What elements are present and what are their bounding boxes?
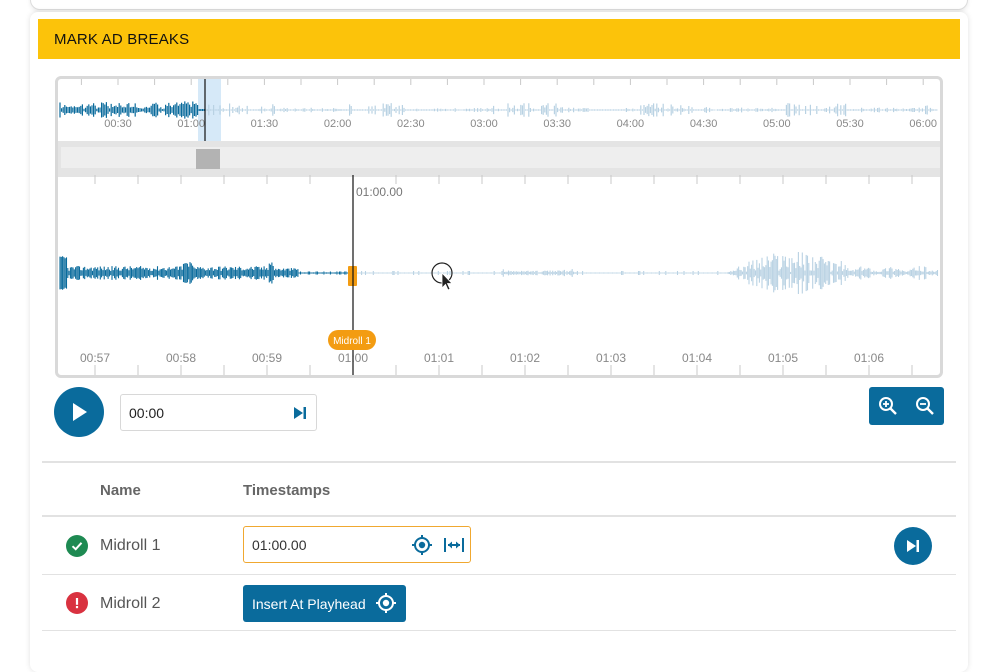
- zoom-out-button[interactable]: [906, 387, 943, 425]
- player-controls: [0, 385, 998, 441]
- insert-at-playhead-button[interactable]: Insert At Playhead: [243, 585, 406, 622]
- overview-time-label: 02:30: [397, 118, 425, 130]
- play-button[interactable]: [54, 387, 104, 437]
- previous-card-edge: [30, 0, 968, 10]
- column-header-name: Name: [100, 482, 141, 499]
- overview-time-label: 03:30: [543, 118, 571, 130]
- overview-time-label: 00:30: [104, 118, 132, 130]
- zoom-in-button[interactable]: [869, 387, 906, 425]
- detail-time-label: 00:57: [80, 351, 110, 365]
- skip-next-icon: [294, 407, 306, 419]
- timestamp-field: [243, 526, 471, 563]
- zoom-out-icon: [915, 397, 934, 415]
- waveform-panel[interactable]: 00:30 01:00 01:30 02:00 02:30 03:00 03:30 04:00…: [55, 76, 943, 378]
- detail-waveform[interactable]: 00:57 00:58 00:59 01:00 01:01 01:02 01:03 01:04…: [58, 175, 940, 375]
- card-header: MARK AD BREAKS: [38, 19, 960, 59]
- detail-time-label: 01:06: [854, 351, 884, 365]
- fit-to-marker-button[interactable]: [443, 534, 465, 556]
- ad-marker-label: Midroll 1: [333, 336, 371, 347]
- scrollbar-thumb[interactable]: [196, 149, 220, 169]
- overview-time-label: 04:00: [617, 118, 645, 130]
- card-title: MARK AD BREAKS: [54, 30, 190, 48]
- check-circle-icon: [66, 535, 88, 557]
- zoom-controls: [869, 387, 944, 425]
- detail-time-label: 00:58: [166, 351, 196, 365]
- table-header: Name Timestamps: [42, 463, 956, 515]
- overview-time-label: 01:00: [177, 118, 205, 130]
- detail-time-label: 01:02: [510, 351, 540, 365]
- overview-viewport[interactable]: [198, 79, 221, 141]
- arrows-horizontal-icon: [444, 538, 464, 552]
- time-input-group: [120, 394, 317, 431]
- skip-to-time-button[interactable]: [290, 403, 310, 423]
- play-icon: [73, 403, 87, 421]
- table-row: Midroll 2 Insert At Playhead: [42, 575, 956, 631]
- alert-circle-icon: [66, 592, 88, 614]
- set-to-playhead-button[interactable]: [411, 534, 433, 556]
- insert-at-playhead-label: Insert At Playhead: [252, 595, 366, 612]
- playhead-time-label: 01:00.00: [356, 185, 403, 199]
- detail-time-label: 01:01: [424, 351, 454, 365]
- ad-breaks-table: Name Timestamps Midroll 1 Midroll 2 Inse…: [42, 461, 956, 631]
- crosshair-icon: [412, 535, 432, 555]
- detail-time-label: 01:05: [768, 351, 798, 365]
- overview-time-label: 01:30: [251, 118, 279, 130]
- mouse-cursor-icon: [431, 262, 453, 291]
- crosshair-icon: [375, 592, 397, 614]
- overview-waveform[interactable]: 00:30 01:00 01:30 02:00 02:30 03:00 03:30 04:00…: [58, 79, 940, 141]
- column-header-timestamps: Timestamps: [243, 482, 331, 499]
- skip-next-icon: [907, 540, 919, 552]
- overview-time-label: 03:00: [470, 118, 498, 130]
- detail-time-label: 01:04: [682, 351, 712, 365]
- overview-time-label: 06:00: [909, 118, 937, 130]
- time-input[interactable]: [129, 395, 279, 430]
- table-row: Midroll 1: [42, 517, 956, 575]
- overview-time-label: 05:30: [836, 118, 864, 130]
- zoom-in-icon: [878, 397, 897, 415]
- scrollbar-track[interactable]: [61, 147, 940, 168]
- overview-time-label: 04:30: [690, 118, 718, 130]
- zoom-scrollbar[interactable]: [58, 141, 940, 177]
- detail-time-label: 00:59: [252, 351, 282, 365]
- overview-time-label: 05:00: [763, 118, 791, 130]
- detail-time-label: 01:03: [596, 351, 626, 365]
- overview-time-label: 02:00: [324, 118, 352, 130]
- row-name: Midroll 1: [100, 537, 161, 554]
- row-name: Midroll 2: [100, 595, 161, 612]
- seek-to-break-button[interactable]: [894, 527, 932, 565]
- timestamp-input[interactable]: [252, 527, 402, 562]
